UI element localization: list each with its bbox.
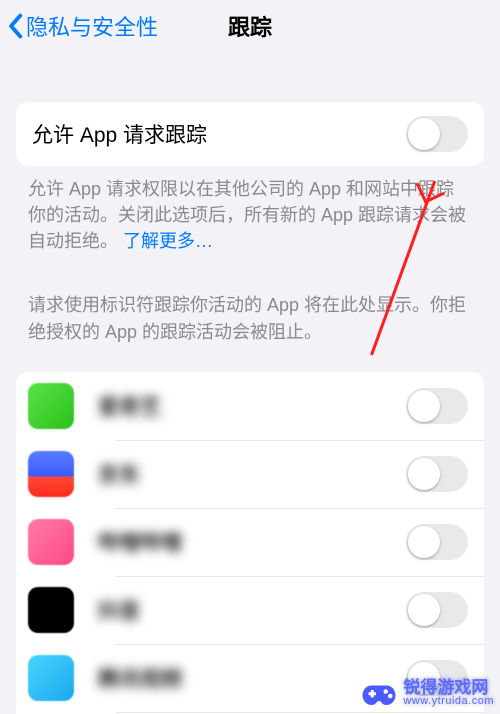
app-row: 京东 bbox=[16, 440, 484, 508]
allow-tracking-label: 允许 App 请求跟踪 bbox=[32, 119, 207, 149]
tracking-request-section: 允许 App 请求跟踪 bbox=[16, 102, 484, 166]
app-row: 哔哩哔哩 bbox=[16, 508, 484, 576]
app-icon bbox=[28, 519, 74, 565]
toggle-knob bbox=[408, 458, 440, 490]
apps-list: 爱奇艺京东哔哩哔哩抖音腾讯视频支付宝 bbox=[16, 372, 484, 714]
apps-note: 请求使用标识符跟踪你活动的 App 将在此处显示。你拒绝授权的 App 的跟踪活… bbox=[28, 292, 472, 346]
app-row: 腾讯视频 bbox=[16, 644, 484, 712]
back-button[interactable]: 隐私与安全性 bbox=[6, 10, 158, 42]
tracking-footer-text: 允许 App 请求权限以在其他公司的 App 和网站中跟踪你的活动。关闭此选项后… bbox=[28, 176, 472, 254]
app-row: 抖音 bbox=[16, 576, 484, 644]
chevron-left-icon bbox=[6, 13, 24, 39]
toggle-knob bbox=[408, 662, 440, 694]
app-icon bbox=[28, 451, 74, 497]
app-name-label: 爱奇艺 bbox=[98, 391, 406, 421]
app-name-label: 哔哩哔哩 bbox=[98, 527, 406, 557]
allow-tracking-row: 允许 App 请求跟踪 bbox=[16, 102, 484, 166]
app-tracking-toggle[interactable] bbox=[406, 660, 468, 696]
back-label: 隐私与安全性 bbox=[26, 10, 158, 42]
toggle-knob bbox=[408, 594, 440, 626]
app-row: 爱奇艺 bbox=[16, 372, 484, 440]
nav-bar: 隐私与安全性 跟踪 bbox=[0, 0, 500, 54]
app-tracking-toggle[interactable] bbox=[406, 388, 468, 424]
app-tracking-toggle[interactable] bbox=[406, 592, 468, 628]
app-name-label: 抖音 bbox=[98, 595, 406, 625]
toggle-knob bbox=[408, 526, 440, 558]
toggle-knob bbox=[408, 390, 440, 422]
app-icon bbox=[28, 383, 74, 429]
footer-body: 允许 App 请求权限以在其他公司的 App 和网站中跟踪你的活动。关闭此选项后… bbox=[28, 179, 466, 251]
learn-more-link[interactable]: 了解更多… bbox=[123, 231, 213, 251]
app-tracking-toggle[interactable] bbox=[406, 524, 468, 560]
allow-tracking-toggle[interactable] bbox=[406, 116, 468, 152]
app-name-label: 京东 bbox=[98, 459, 406, 489]
toggle-knob bbox=[408, 118, 440, 150]
app-icon bbox=[28, 587, 74, 633]
app-name-label: 腾讯视频 bbox=[98, 663, 406, 693]
app-tracking-toggle[interactable] bbox=[406, 456, 468, 492]
app-icon bbox=[28, 655, 74, 701]
